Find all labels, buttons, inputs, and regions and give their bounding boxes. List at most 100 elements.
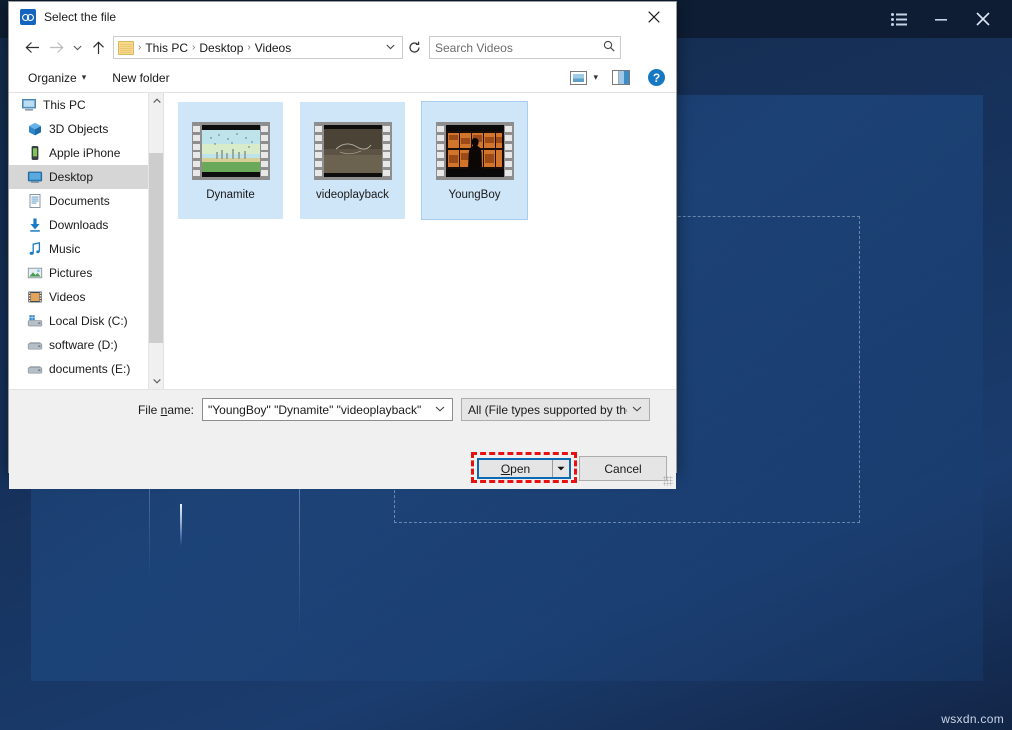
sidebar-item-label: 3D Objects (49, 122, 108, 136)
filename-row: File name: "YoungBoy" "Dynamite" "videop… (9, 398, 676, 421)
help-icon[interactable]: ? (648, 69, 665, 86)
folder-icon (118, 41, 134, 55)
refresh-icon[interactable] (403, 36, 425, 59)
nav-history-chevron-down-icon[interactable] (68, 36, 86, 60)
videos-icon (27, 289, 43, 305)
sidebar-item-label: Music (49, 242, 80, 256)
sidebar-item-label: Downloads (49, 218, 108, 232)
watermark: wsxdn.com (941, 712, 1004, 726)
film-perforations-left (314, 125, 324, 177)
scrollbar-thumb[interactable] (149, 153, 164, 343)
sidebar-item-local-disk-c[interactable]: Local Disk (C:) (9, 309, 163, 333)
music-icon (27, 241, 43, 257)
sidebar-item-documents[interactable]: Documents (9, 189, 163, 213)
sidebar-item-pictures[interactable]: Pictures (9, 261, 163, 285)
sidebar-item-downloads[interactable]: Downloads (9, 213, 163, 237)
desktop-icon (27, 169, 43, 185)
open-button[interactable]: Open (477, 458, 571, 479)
search-placeholder: Search Videos (435, 41, 603, 55)
drive-icon (27, 337, 43, 353)
sidebar-item-music[interactable]: Music (9, 237, 163, 261)
open-label-key: O (501, 462, 510, 476)
video-thumbnail (436, 122, 514, 180)
new-folder-button[interactable]: New folder (104, 71, 177, 85)
file-item-dynamite[interactable]: Dynamite (178, 102, 283, 219)
filetype-value: All (File types supported by the (468, 403, 627, 417)
dialog-close-button[interactable] (631, 2, 676, 32)
open-split-dropdown-icon[interactable] (552, 460, 569, 477)
sidebar-item-apple-iphone[interactable]: Apple iPhone (9, 141, 163, 165)
thumbnail-image (324, 125, 382, 177)
video-thumbnail (314, 122, 392, 180)
thumbnail-image (202, 125, 260, 177)
dialog-main: This PC 3D Objects (9, 93, 676, 389)
command-bar-right-group: ▾ ? (570, 69, 665, 86)
drive-icon (27, 361, 43, 377)
sidebar-item-label: Videos (49, 290, 85, 304)
film-perforations-right (382, 125, 392, 177)
sidebar-item-3d-objects[interactable]: 3D Objects (9, 117, 163, 141)
documents-icon (27, 193, 43, 209)
filetype-chevron-down-icon[interactable] (627, 404, 647, 415)
local-disk-icon (27, 313, 43, 329)
breadcrumb-desktop[interactable]: Desktop (196, 41, 246, 55)
nav-up-icon[interactable] (86, 36, 110, 60)
filename-chevron-down-icon[interactable] (430, 404, 450, 415)
video-thumbnail (192, 122, 270, 180)
search-input[interactable]: Search Videos (429, 36, 621, 59)
select-file-dialog: Select the file (8, 1, 677, 473)
file-item-label: YoungBoy (448, 189, 500, 201)
new-folder-label: New folder (112, 71, 169, 85)
filename-label-pre: File (138, 403, 161, 417)
film-perforations-right (504, 125, 514, 177)
file-item-label: Dynamite (206, 189, 255, 201)
filename-label-post: ame: (167, 403, 194, 417)
dialog-title: Select the file (44, 10, 116, 24)
film-perforations-left (192, 125, 202, 177)
file-item-label: videoplayback (316, 189, 389, 201)
open-button-label: Open (479, 462, 552, 476)
scroll-down-arrow-icon[interactable] (149, 373, 164, 389)
list-menu-icon[interactable] (878, 0, 920, 38)
navigation-pane-scrollbar[interactable] (148, 93, 163, 389)
dialog-navbar: › This PC › Desktop › Videos Search Vide… (9, 32, 676, 63)
downloads-icon (27, 217, 43, 233)
film-perforations-left (436, 125, 446, 177)
cancel-button[interactable]: Cancel (579, 456, 667, 481)
scroll-up-arrow-icon[interactable] (149, 93, 164, 109)
file-item-youngboy[interactable]: YoungBoy (422, 102, 527, 219)
close-button[interactable] (962, 0, 1004, 38)
app-footer: Back Transfer (0, 643, 1012, 730)
breadcrumb-this-pc[interactable]: This PC (142, 41, 191, 55)
sidebar-item-software-d[interactable]: software (D:) (9, 333, 163, 357)
file-list-pane[interactable]: Dynamite (164, 93, 676, 389)
resize-grip[interactable] (663, 476, 673, 486)
view-mode-icon[interactable] (570, 71, 587, 85)
sidebar-item-label: documents (E:) (49, 362, 130, 376)
address-bar[interactable]: › This PC › Desktop › Videos (113, 36, 403, 59)
address-chevron-down-icon[interactable] (381, 42, 400, 53)
filename-input[interactable]: "YoungBoy" "Dynamite" "videoplayback" (202, 398, 453, 421)
search-icon (603, 40, 615, 55)
app-logo-icon (20, 9, 36, 25)
film-perforations-right (260, 125, 270, 177)
sidebar-item-label: Desktop (49, 170, 93, 184)
filename-value: "YoungBoy" "Dynamite" "videoplayback" (208, 403, 430, 417)
filetype-select[interactable]: All (File types supported by the (461, 398, 650, 421)
nav-back-icon[interactable] (20, 36, 44, 60)
decorative-highlight (180, 504, 182, 546)
preview-pane-icon[interactable] (612, 70, 630, 85)
dialog-command-bar: Organize ▾ New folder ▾ ? (9, 63, 676, 93)
sidebar-item-videos[interactable]: Videos (9, 285, 163, 309)
view-chevron-down-icon[interactable]: ▾ (593, 72, 606, 83)
sidebar-item-label: software (D:) (49, 338, 118, 352)
sidebar-item-documents-e[interactable]: documents (E:) (9, 357, 163, 381)
sidebar-item-desktop[interactable]: Desktop (9, 165, 163, 189)
organize-button[interactable]: Organize ▾ (20, 71, 94, 85)
dialog-titlebar: Select the file (9, 2, 676, 32)
nav-forward-icon (44, 36, 68, 60)
file-item-videoplayback[interactable]: videoplayback (300, 102, 405, 219)
sidebar-item-this-pc[interactable]: This PC (9, 93, 163, 117)
minimize-button[interactable] (920, 0, 962, 38)
breadcrumb-videos[interactable]: Videos (252, 41, 294, 55)
